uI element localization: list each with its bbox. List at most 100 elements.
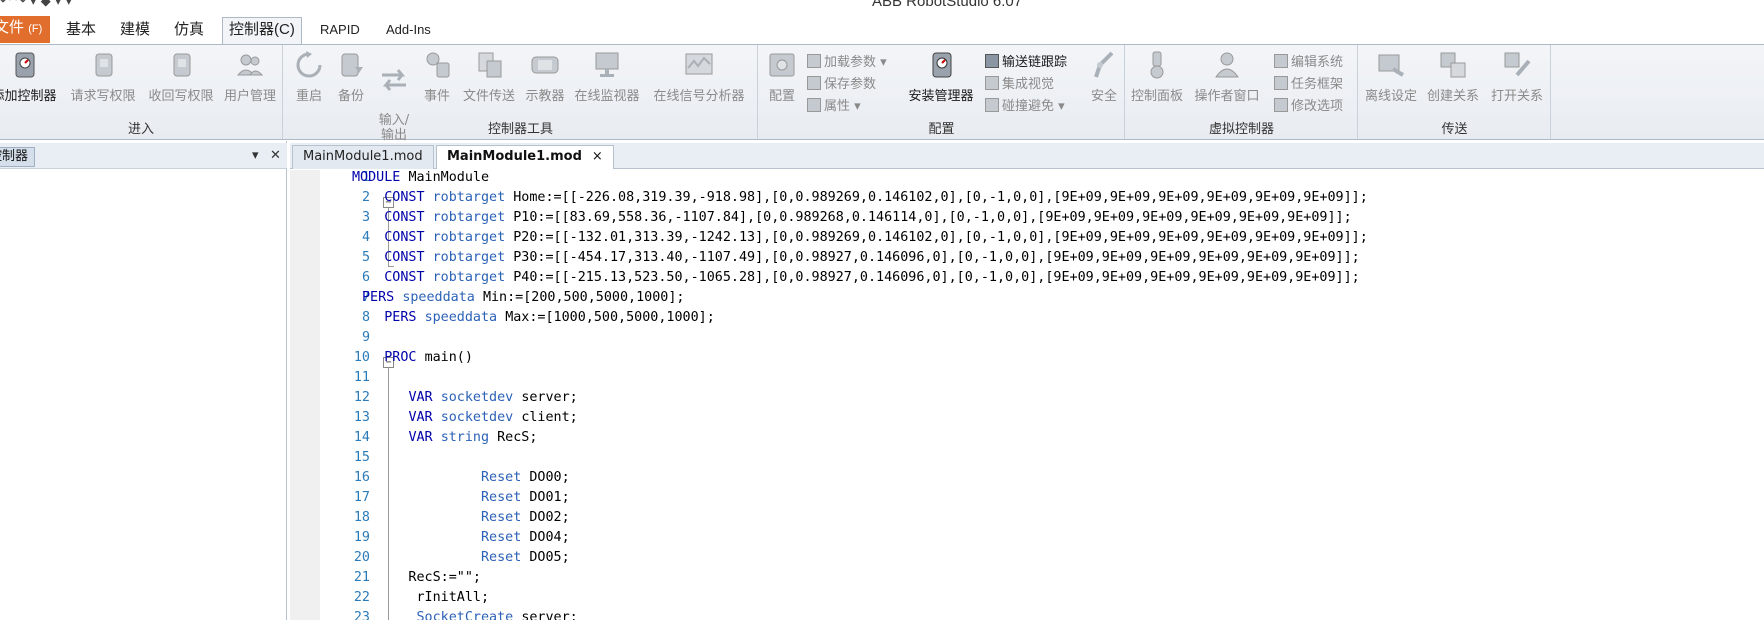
- doc-tab-mainmodule1-inactive[interactable]: MainModule1.mod: [292, 145, 434, 169]
- panel-menu-icon[interactable]: ▾: [252, 148, 259, 163]
- code-token: server;: [521, 610, 578, 620]
- keyword-token: CONST: [384, 190, 433, 205]
- line-number: 9: [361, 330, 370, 345]
- keyword-token: CONST: [384, 250, 433, 265]
- code-text: Reset DO05;: [352, 548, 570, 568]
- file-transfer-button[interactable]: 文件传送: [460, 49, 518, 104]
- code-line[interactable]: 1 MODULE MainModule: [320, 170, 1764, 188]
- code-token: main(): [424, 350, 473, 365]
- code-line[interactable]: 18 Reset DO02;: [320, 508, 1764, 528]
- controller-panel-tab[interactable]: 控制器: [0, 147, 36, 167]
- open-relation-button[interactable]: 打开关系: [1487, 49, 1547, 104]
- code-line[interactable]: 21 RecS:="";: [320, 568, 1764, 588]
- panel-close-icon[interactable]: ✕: [270, 148, 281, 163]
- tab-file[interactable]: 文件 (F): [0, 16, 51, 43]
- code-line[interactable]: 15: [320, 448, 1764, 468]
- configuration-button[interactable]: 配置: [763, 49, 801, 104]
- load-parameters-button[interactable]: 加载参数 ▾: [807, 51, 887, 70]
- ribbon-tab-bar: 文件 (F) 基本 建模 仿真 控制器(C) RAPID Add-Ins: [0, 12, 1764, 45]
- safety-button[interactable]: 安全: [1087, 49, 1121, 104]
- properties-button[interactable]: 属性 ▾: [807, 95, 861, 114]
- tab-file-label: 文件: [0, 19, 25, 36]
- code-line[interactable]: 22 rInitAll;: [320, 588, 1764, 608]
- modify-options-label: 修改选项: [1291, 99, 1344, 114]
- quick-access-toolbar[interactable]: ↶ ↷ ▾ ◆ ▾ ▾: [0, 0, 72, 9]
- code-line[interactable]: 19 Reset DO04;: [320, 528, 1764, 548]
- code-line[interactable]: 7 PERS speeddata Min:=[200,500,5000,1000]…: [320, 288, 1764, 308]
- online-monitor-label: 在线监视器: [574, 89, 640, 104]
- code-text: CONST robtarget Home:=[[-226.08,319.39,-…: [352, 188, 1368, 208]
- tab-basic[interactable]: 基本: [60, 18, 102, 44]
- close-tab-icon[interactable]: ×: [592, 149, 603, 164]
- code-line[interactable]: 23 SocketCreate server;: [320, 608, 1764, 620]
- code-line[interactable]: 17 Reset DO01;: [320, 488, 1764, 508]
- collision-icon: [985, 97, 999, 112]
- configuration-label: 配置: [768, 89, 795, 104]
- control-panel-button[interactable]: 控制面板: [1128, 49, 1186, 104]
- monitor-icon: [595, 52, 619, 77]
- doc-tab-mainmodule1-active[interactable]: MainModule1.mod ×: [436, 145, 614, 169]
- online-monitor-button[interactable]: 在线监视器: [572, 49, 642, 104]
- online-signal-analyzer-button[interactable]: 在线信号分析器: [648, 49, 750, 104]
- revoke-write-access-button[interactable]: 收回写权限: [144, 49, 218, 104]
- code-line[interactable]: 14 VAR string RecS;: [320, 428, 1764, 448]
- code-line[interactable]: 9: [320, 328, 1764, 348]
- window-title: ABB RobotStudio 6.07: [872, 0, 1023, 10]
- tab-controller[interactable]: 控制器(C): [222, 17, 302, 45]
- tab-rapid[interactable]: RAPID: [314, 18, 366, 44]
- code-line[interactable]: 20 Reset DO05;: [320, 548, 1764, 568]
- code-line[interactable]: 10 PROC main(): [320, 348, 1764, 368]
- open-relation-icon: [1504, 52, 1531, 77]
- code-token: DO04;: [529, 530, 570, 545]
- code-line[interactable]: 12 VAR socketdev server;: [320, 388, 1764, 408]
- code-line[interactable]: 5 CONST robtarget P30:=[[-454.17,313.40,…: [320, 248, 1764, 268]
- flexpendant-button[interactable]: 示教器: [522, 49, 568, 104]
- type-token: speeddata: [424, 310, 506, 325]
- ribbon: 添加控制器 请求写权限 收回写权限 用户管理 进入 重启: [0, 44, 1764, 143]
- tab-add-ins[interactable]: Add-Ins: [380, 18, 437, 44]
- restart-button[interactable]: 重启: [290, 49, 328, 104]
- installation-manager-button[interactable]: 安装管理器: [904, 49, 978, 104]
- code-line[interactable]: 8 PERS speeddata Max:=[1000,500,5000,100…: [320, 308, 1764, 328]
- operator-window-icon: [1215, 52, 1239, 78]
- conveyor-tracking-button[interactable]: 输送链跟踪: [985, 51, 1067, 70]
- function-token: Reset: [481, 490, 530, 505]
- create-relation-button[interactable]: 创建关系: [1423, 49, 1483, 104]
- signal-analyzer-icon: [685, 53, 713, 75]
- integrated-vision-button[interactable]: 集成视觉: [985, 73, 1054, 92]
- request-write-access-button[interactable]: 请求写权限: [66, 49, 140, 104]
- operator-window-button[interactable]: 操作者窗口: [1190, 49, 1264, 104]
- code-line[interactable]: 13 VAR socketdev client;: [320, 408, 1764, 428]
- code-line[interactable]: 2 CONST robtarget Home:=[[-226.08,319.39…: [320, 188, 1764, 208]
- code-line[interactable]: 11: [320, 368, 1764, 388]
- code-line[interactable]: 16 Reset DO00;: [320, 468, 1764, 488]
- create-relation-label: 创建关系: [1426, 89, 1479, 104]
- io-arrows-icon: [382, 69, 406, 91]
- tab-simulation[interactable]: 仿真: [168, 18, 210, 44]
- events-button[interactable]: 事件: [418, 49, 456, 104]
- save-parameters-button[interactable]: 保存参数: [807, 73, 876, 92]
- backup-icon: [341, 53, 363, 77]
- offline-setup-button[interactable]: 离线设定: [1361, 49, 1421, 104]
- code-line[interactable]: 3 CONST robtarget P10:=[[83.69,558.36,-1…: [320, 208, 1764, 228]
- collision-avoidance-button[interactable]: 碰撞避免 ▾: [985, 95, 1065, 114]
- edit-system-button[interactable]: 编辑系统: [1274, 51, 1343, 70]
- backup-button[interactable]: 备份: [332, 49, 370, 104]
- user-management-button[interactable]: 用户管理: [220, 49, 280, 104]
- function-token: SocketCreate: [416, 610, 522, 620]
- code-token: P40:=[[-215.13,523.50,-1065.28],[0,0.989…: [513, 270, 1360, 285]
- add-controller-button[interactable]: 添加控制器: [0, 49, 58, 104]
- rapid-code-editor[interactable]: − − 1 MODULE MainModule 2 CONST robtarget …: [320, 170, 1764, 620]
- task-frame-button[interactable]: 任务框架: [1274, 73, 1343, 92]
- code-line[interactable]: 6 CONST robtarget P40:=[[-215.13,523.50,…: [320, 268, 1764, 288]
- code-text: VAR socketdev server;: [352, 388, 577, 408]
- tab-modeling[interactable]: 建模: [114, 18, 156, 44]
- backup-label: 备份: [337, 89, 364, 104]
- code-line[interactable]: 4 CONST robtarget P20:=[[-132.01,313.39,…: [320, 228, 1764, 248]
- modify-options-button[interactable]: 修改选项: [1274, 95, 1343, 114]
